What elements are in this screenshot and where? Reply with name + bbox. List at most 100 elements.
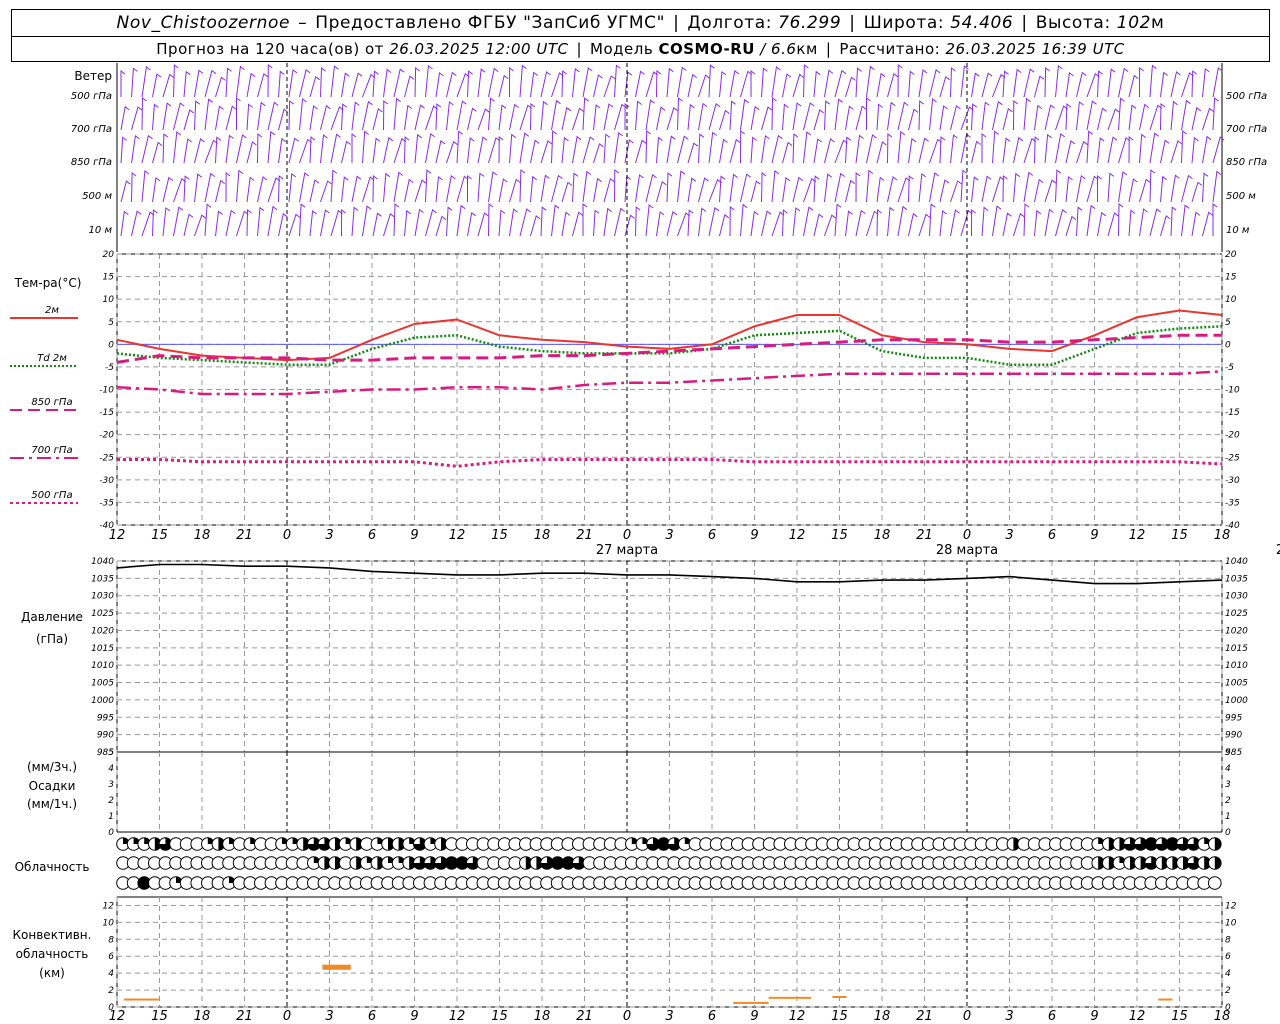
wind-barb: [288, 69, 298, 98]
wind-barb: [383, 100, 389, 131]
wind-barb: [246, 103, 253, 131]
wind-barb: [719, 70, 727, 98]
wind-barb: [1191, 211, 1201, 237]
x-tick-label-bottom: 18: [1214, 1009, 1231, 1024]
wind-barb: [582, 203, 588, 236]
wind-barb: [267, 64, 273, 98]
wind-barb: [1191, 136, 1199, 164]
pressure-ytick-right: 1025: [1225, 609, 1248, 619]
temp-ytick-left: -20: [99, 431, 114, 441]
wind-barb: [530, 139, 540, 164]
wind-barb: [446, 175, 456, 203]
wind-barb: [519, 169, 526, 203]
wind-barb: [1086, 204, 1096, 237]
wind-barb: [750, 70, 756, 97]
wind-barb: [635, 174, 644, 203]
wind-barb: [834, 98, 843, 131]
pressure-ytick-left: 1035: [91, 574, 114, 584]
wind-barb: [624, 139, 634, 164]
wind-barb: [1013, 172, 1021, 203]
wind-barb: [971, 103, 977, 131]
x-tick-label: 18: [874, 528, 891, 543]
wind-barb: [845, 179, 855, 203]
wind-barb: [761, 106, 773, 131]
wind-barb: [1149, 169, 1156, 203]
x-tick-label-bottom: 0: [963, 1009, 971, 1024]
wind-barb: [918, 213, 931, 237]
conv-cloud-bar: [1158, 998, 1173, 1001]
wind-barb: [792, 176, 804, 203]
wind-barb: [1139, 133, 1146, 164]
x-tick-label: 15: [491, 528, 508, 543]
wind-barb: [551, 99, 561, 131]
conv-ytick-left: 10: [103, 918, 115, 928]
wind-barb: [215, 179, 225, 203]
wind-barb: [1191, 181, 1203, 203]
wind-barb: [740, 98, 749, 131]
wind-barb: [645, 204, 654, 237]
wind-barb: [876, 176, 885, 203]
x-tick-label: 12: [109, 528, 126, 543]
wind-barb: [729, 206, 735, 237]
wind-barb: [509, 133, 516, 164]
precip-title: Осадки: [29, 779, 76, 793]
precip-unit-1h: (мм/1ч.): [27, 797, 77, 811]
wind-barb: [708, 131, 717, 164]
wind-barb: [1160, 71, 1168, 98]
wind-barb: [404, 75, 415, 98]
wind-barb: [404, 136, 410, 164]
temp-ytick-right: -20: [1225, 431, 1240, 441]
wind-barb: [666, 106, 679, 131]
wind-barb: [236, 210, 249, 237]
wind-barb: [1128, 74, 1139, 98]
wind-barb: [834, 69, 847, 98]
wind-barb: [603, 207, 612, 237]
precip-ytick-right: 0: [1225, 828, 1231, 838]
wind-barb: [351, 101, 360, 131]
wind-barb: [173, 206, 184, 237]
wind-barb: [131, 106, 143, 131]
wind-barb: [834, 203, 842, 237]
wind-barb: [1128, 104, 1137, 131]
temp-ytick-right: 10: [1225, 295, 1237, 305]
wind-barb: [131, 67, 138, 98]
wind-barb: [414, 133, 422, 164]
wind-level-label: 500 гПа: [71, 91, 112, 102]
wind-barb: [246, 72, 256, 98]
wind-barb: [750, 180, 761, 203]
precip-unit-3h: (мм/3ч.): [27, 760, 77, 774]
pressure-unit: (гПа): [36, 632, 68, 646]
wind-barb: [393, 203, 400, 237]
wind-barb: [309, 75, 320, 98]
precip-ytick-right: 1: [1225, 812, 1231, 822]
wind-barb: [320, 104, 331, 131]
wind-barb: [320, 209, 330, 237]
wind-barb: [950, 180, 962, 203]
wind-barb: [1065, 215, 1077, 237]
wind-barb: [1139, 178, 1151, 203]
conv-cloud-bar: [768, 996, 812, 999]
wind-barb: [908, 137, 917, 164]
conv-title-2: облачность: [16, 947, 89, 961]
wind-barb: [362, 130, 369, 164]
wind-barb: [540, 174, 550, 203]
x-tick-label-bottom: 18: [194, 1009, 211, 1024]
wind-barb: [246, 176, 255, 203]
wind-barb: [1149, 104, 1163, 131]
x-tick-label: 0: [283, 528, 291, 543]
temp-ytick-left: 5: [108, 318, 114, 328]
wind-barb: [225, 67, 232, 98]
wind-barb: [824, 100, 830, 131]
wind-barb: [656, 180, 667, 203]
wind-barb: [162, 102, 172, 131]
wind-barb: [477, 108, 490, 131]
wind-barb: [1097, 211, 1106, 237]
wind-barb: [582, 170, 592, 203]
x-tick-label: 21: [236, 528, 253, 543]
wind-barb: [918, 100, 924, 131]
cloud-middle-symbol-fill: [1214, 856, 1222, 870]
wind-level-label: 700 гПа: [71, 124, 112, 135]
wind-barb: [698, 102, 708, 131]
date-label: 27 марта: [596, 543, 658, 558]
wind-barb: [278, 70, 285, 98]
